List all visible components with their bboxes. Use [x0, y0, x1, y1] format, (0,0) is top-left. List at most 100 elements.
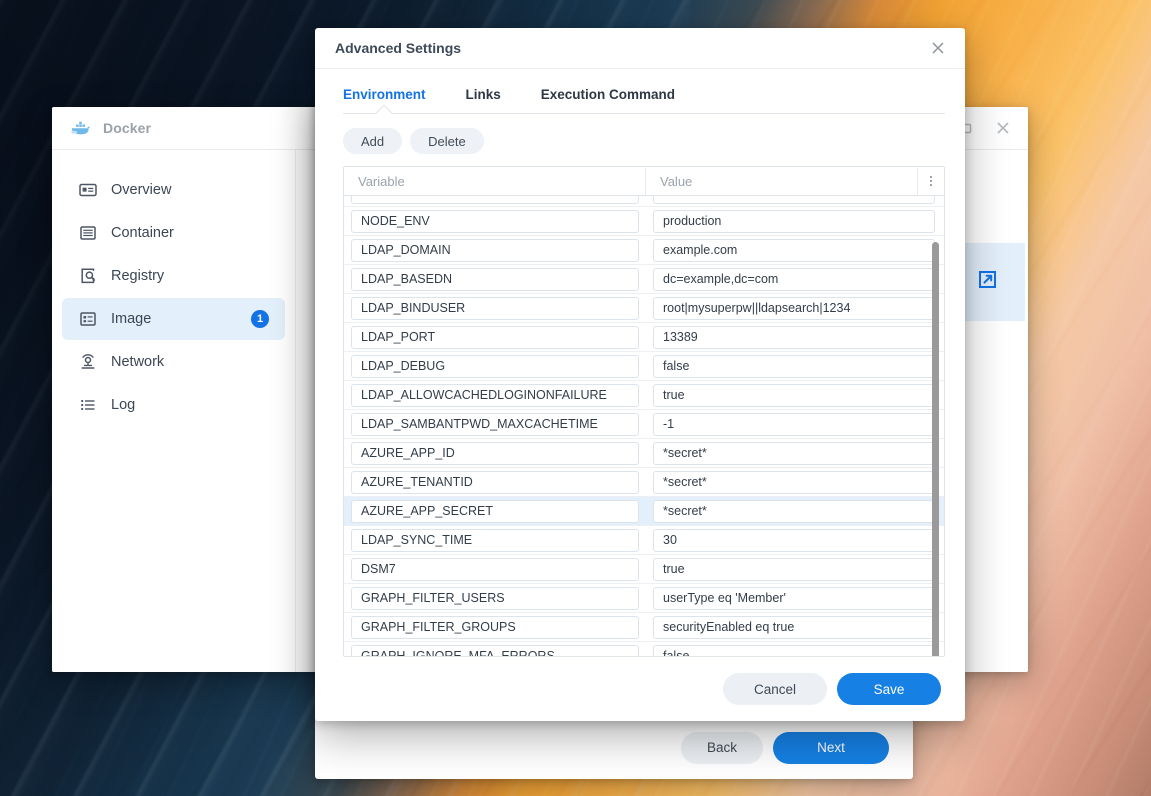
variable-input[interactable]: NODE_ENV	[351, 209, 639, 233]
env-table-header: Variable Value	[344, 167, 944, 196]
table-row[interactable]: GRAPH_FILTER_GROUPS securityEnabled eq tr…	[344, 613, 944, 642]
table-row[interactable]: LDAP_SYNC_TIME 30	[344, 526, 944, 555]
variable-input[interactable]: LDAP_DEBUG	[351, 354, 639, 378]
table-row[interactable]: AZURE_TENANTID *secret*	[344, 468, 944, 497]
value-input[interactable]: false	[653, 354, 935, 378]
table-row[interactable]: AZURE_APP_SECRET *secret*	[344, 497, 944, 526]
column-menu-button[interactable]	[917, 167, 944, 195]
variable-input[interactable]: DSM7	[351, 557, 639, 581]
value-input[interactable]: userType eq 'Member'	[653, 586, 935, 610]
sidebar-item-label: Log	[111, 397, 136, 413]
variable-input[interactable]: AZURE_APP_SECRET	[351, 499, 639, 523]
variable-input[interactable]: LDAP_PORT	[351, 325, 639, 349]
variable-input[interactable]: LDAP_BINDUSER	[351, 296, 639, 320]
advanced-settings-dialog: Advanced Settings Environment Links Exec…	[315, 28, 965, 721]
dialog-tabs: Environment Links Execution Command	[315, 69, 965, 114]
dialog-titlebar: Advanced Settings	[315, 28, 965, 69]
vertical-dots-icon	[930, 176, 932, 186]
table-row[interactable]: LDAP_DOMAIN example.com	[344, 236, 944, 265]
value-input[interactable]: true	[653, 557, 935, 581]
value-input[interactable]: *secret*	[653, 499, 935, 523]
table-row[interactable]: GRAPH_IGNORE_MFA_ERRORS false	[344, 642, 944, 656]
table-row[interactable]: LDAP_PORT 13389	[344, 323, 944, 352]
value-input[interactable]: -1	[653, 412, 935, 436]
table-row[interactable]: GRAPH_FILTER_USERS userType eq 'Member'	[344, 584, 944, 613]
table-row[interactable]: LDAP_BASEDN dc=example,dc=com	[344, 265, 944, 294]
table-row[interactable]: LDAP_ALLOWCACHEDLOGINONFAILURE true	[344, 381, 944, 410]
env-rows-container: NODE_ENV production LDAP_DOMAIN example.com…	[344, 196, 944, 656]
value-input[interactable]: 13389	[653, 325, 935, 349]
sidebar-item-registry[interactable]: Registry	[62, 255, 285, 297]
variable-input[interactable]	[351, 196, 639, 204]
table-row[interactable]: LDAP_BINDUSER root|mysuperpw||ldapsearch|…	[344, 294, 944, 323]
image-icon	[78, 310, 97, 329]
variable-input[interactable]: LDAP_DOMAIN	[351, 238, 639, 262]
cancel-button[interactable]: Cancel	[723, 673, 827, 705]
variable-input[interactable]: GRAPH_FILTER_USERS	[351, 586, 639, 610]
variable-input[interactable]: GRAPH_FILTER_GROUPS	[351, 615, 639, 639]
column-header-value[interactable]: Value	[646, 168, 917, 195]
back-button[interactable]: Back	[681, 731, 763, 764]
value-input[interactable]: securityEnabled eq true	[653, 615, 935, 639]
overview-icon	[78, 181, 97, 200]
column-header-variable[interactable]: Variable	[344, 167, 646, 195]
network-icon	[78, 353, 97, 372]
sidebar-item-network[interactable]: Network	[62, 341, 285, 383]
table-row[interactable]: AZURE_APP_ID *secret*	[344, 439, 944, 468]
env-scrollbar[interactable]	[932, 242, 939, 656]
value-input[interactable]: production	[653, 209, 935, 233]
variable-input[interactable]: AZURE_APP_ID	[351, 441, 639, 465]
dialog-title: Advanced Settings	[335, 40, 462, 56]
docker-sidebar: Overview Container Registry Image 1 Netw…	[52, 150, 296, 672]
value-input[interactable]: false	[653, 644, 935, 656]
variable-input[interactable]: LDAP_SAMBANTPWD_MAXCACHETIME	[351, 412, 639, 436]
table-row[interactable]: LDAP_SAMBANTPWD_MAXCACHETIME -1	[344, 410, 944, 439]
value-input[interactable]: 30	[653, 528, 935, 552]
save-button[interactable]: Save	[837, 673, 941, 705]
table-row[interactable]: NODE_ENV production	[344, 207, 944, 236]
external-link-icon	[977, 269, 998, 295]
sidebar-item-container[interactable]: Container	[62, 212, 285, 254]
env-table-body: NODE_ENV production LDAP_DOMAIN example.com…	[344, 196, 944, 656]
add-button[interactable]: Add	[343, 128, 403, 154]
container-icon	[78, 224, 97, 243]
value-input[interactable]: example.com	[653, 238, 935, 262]
dialog-footer: Cancel Save	[315, 657, 965, 721]
tab-links[interactable]: Links	[466, 87, 501, 114]
desktop: Docker Overview Container Registry Image…	[0, 0, 1151, 796]
sidebar-item-image[interactable]: Image 1	[62, 298, 285, 340]
sidebar-item-label: Network	[111, 354, 165, 370]
value-input[interactable]: *secret*	[653, 470, 935, 494]
table-row[interactable]: DSM7 true	[344, 555, 944, 584]
docker-whale-icon	[70, 120, 92, 136]
table-row[interactable]: LDAP_DEBUG false	[344, 352, 944, 381]
variable-input[interactable]: GRAPH_IGNORE_MFA_ERRORS	[351, 644, 639, 656]
delete-button[interactable]: Delete	[410, 128, 484, 154]
variable-input[interactable]: LDAP_SYNC_TIME	[351, 528, 639, 552]
value-input[interactable]: root|mysuperpw||ldapsearch|1234	[653, 296, 935, 320]
env-scrollbar-thumb[interactable]	[932, 242, 939, 656]
env-table: Variable Value NODE_ENV production LDAP_DO…	[343, 166, 945, 657]
registry-search-icon	[78, 267, 97, 286]
value-input[interactable]: true	[653, 383, 935, 407]
table-row[interactable]	[344, 196, 944, 207]
docker-window-title: Docker	[103, 120, 152, 136]
docker-window-controls	[956, 119, 1016, 137]
tab-environment[interactable]: Environment	[343, 87, 426, 114]
variable-input[interactable]: LDAP_ALLOWCACHEDLOGINONFAILURE	[351, 383, 639, 407]
value-input[interactable]: dc=example,dc=com	[653, 267, 935, 291]
value-input[interactable]: *secret*	[653, 441, 935, 465]
wizard-footer: Back Next	[315, 715, 913, 779]
env-toolbar: Add Delete	[315, 114, 965, 166]
variable-input[interactable]: LDAP_BASEDN	[351, 267, 639, 291]
sidebar-item-label: Container	[111, 225, 174, 241]
close-icon[interactable]	[994, 119, 1012, 137]
tab-execution-command[interactable]: Execution Command	[541, 87, 675, 114]
value-input[interactable]	[653, 196, 935, 204]
close-icon[interactable]	[927, 37, 949, 59]
next-button[interactable]: Next	[773, 731, 889, 764]
variable-input[interactable]: AZURE_TENANTID	[351, 470, 639, 494]
sidebar-item-log[interactable]: Log	[62, 384, 285, 426]
sidebar-item-overview[interactable]: Overview	[62, 169, 285, 211]
sidebar-item-label: Image	[111, 311, 152, 327]
